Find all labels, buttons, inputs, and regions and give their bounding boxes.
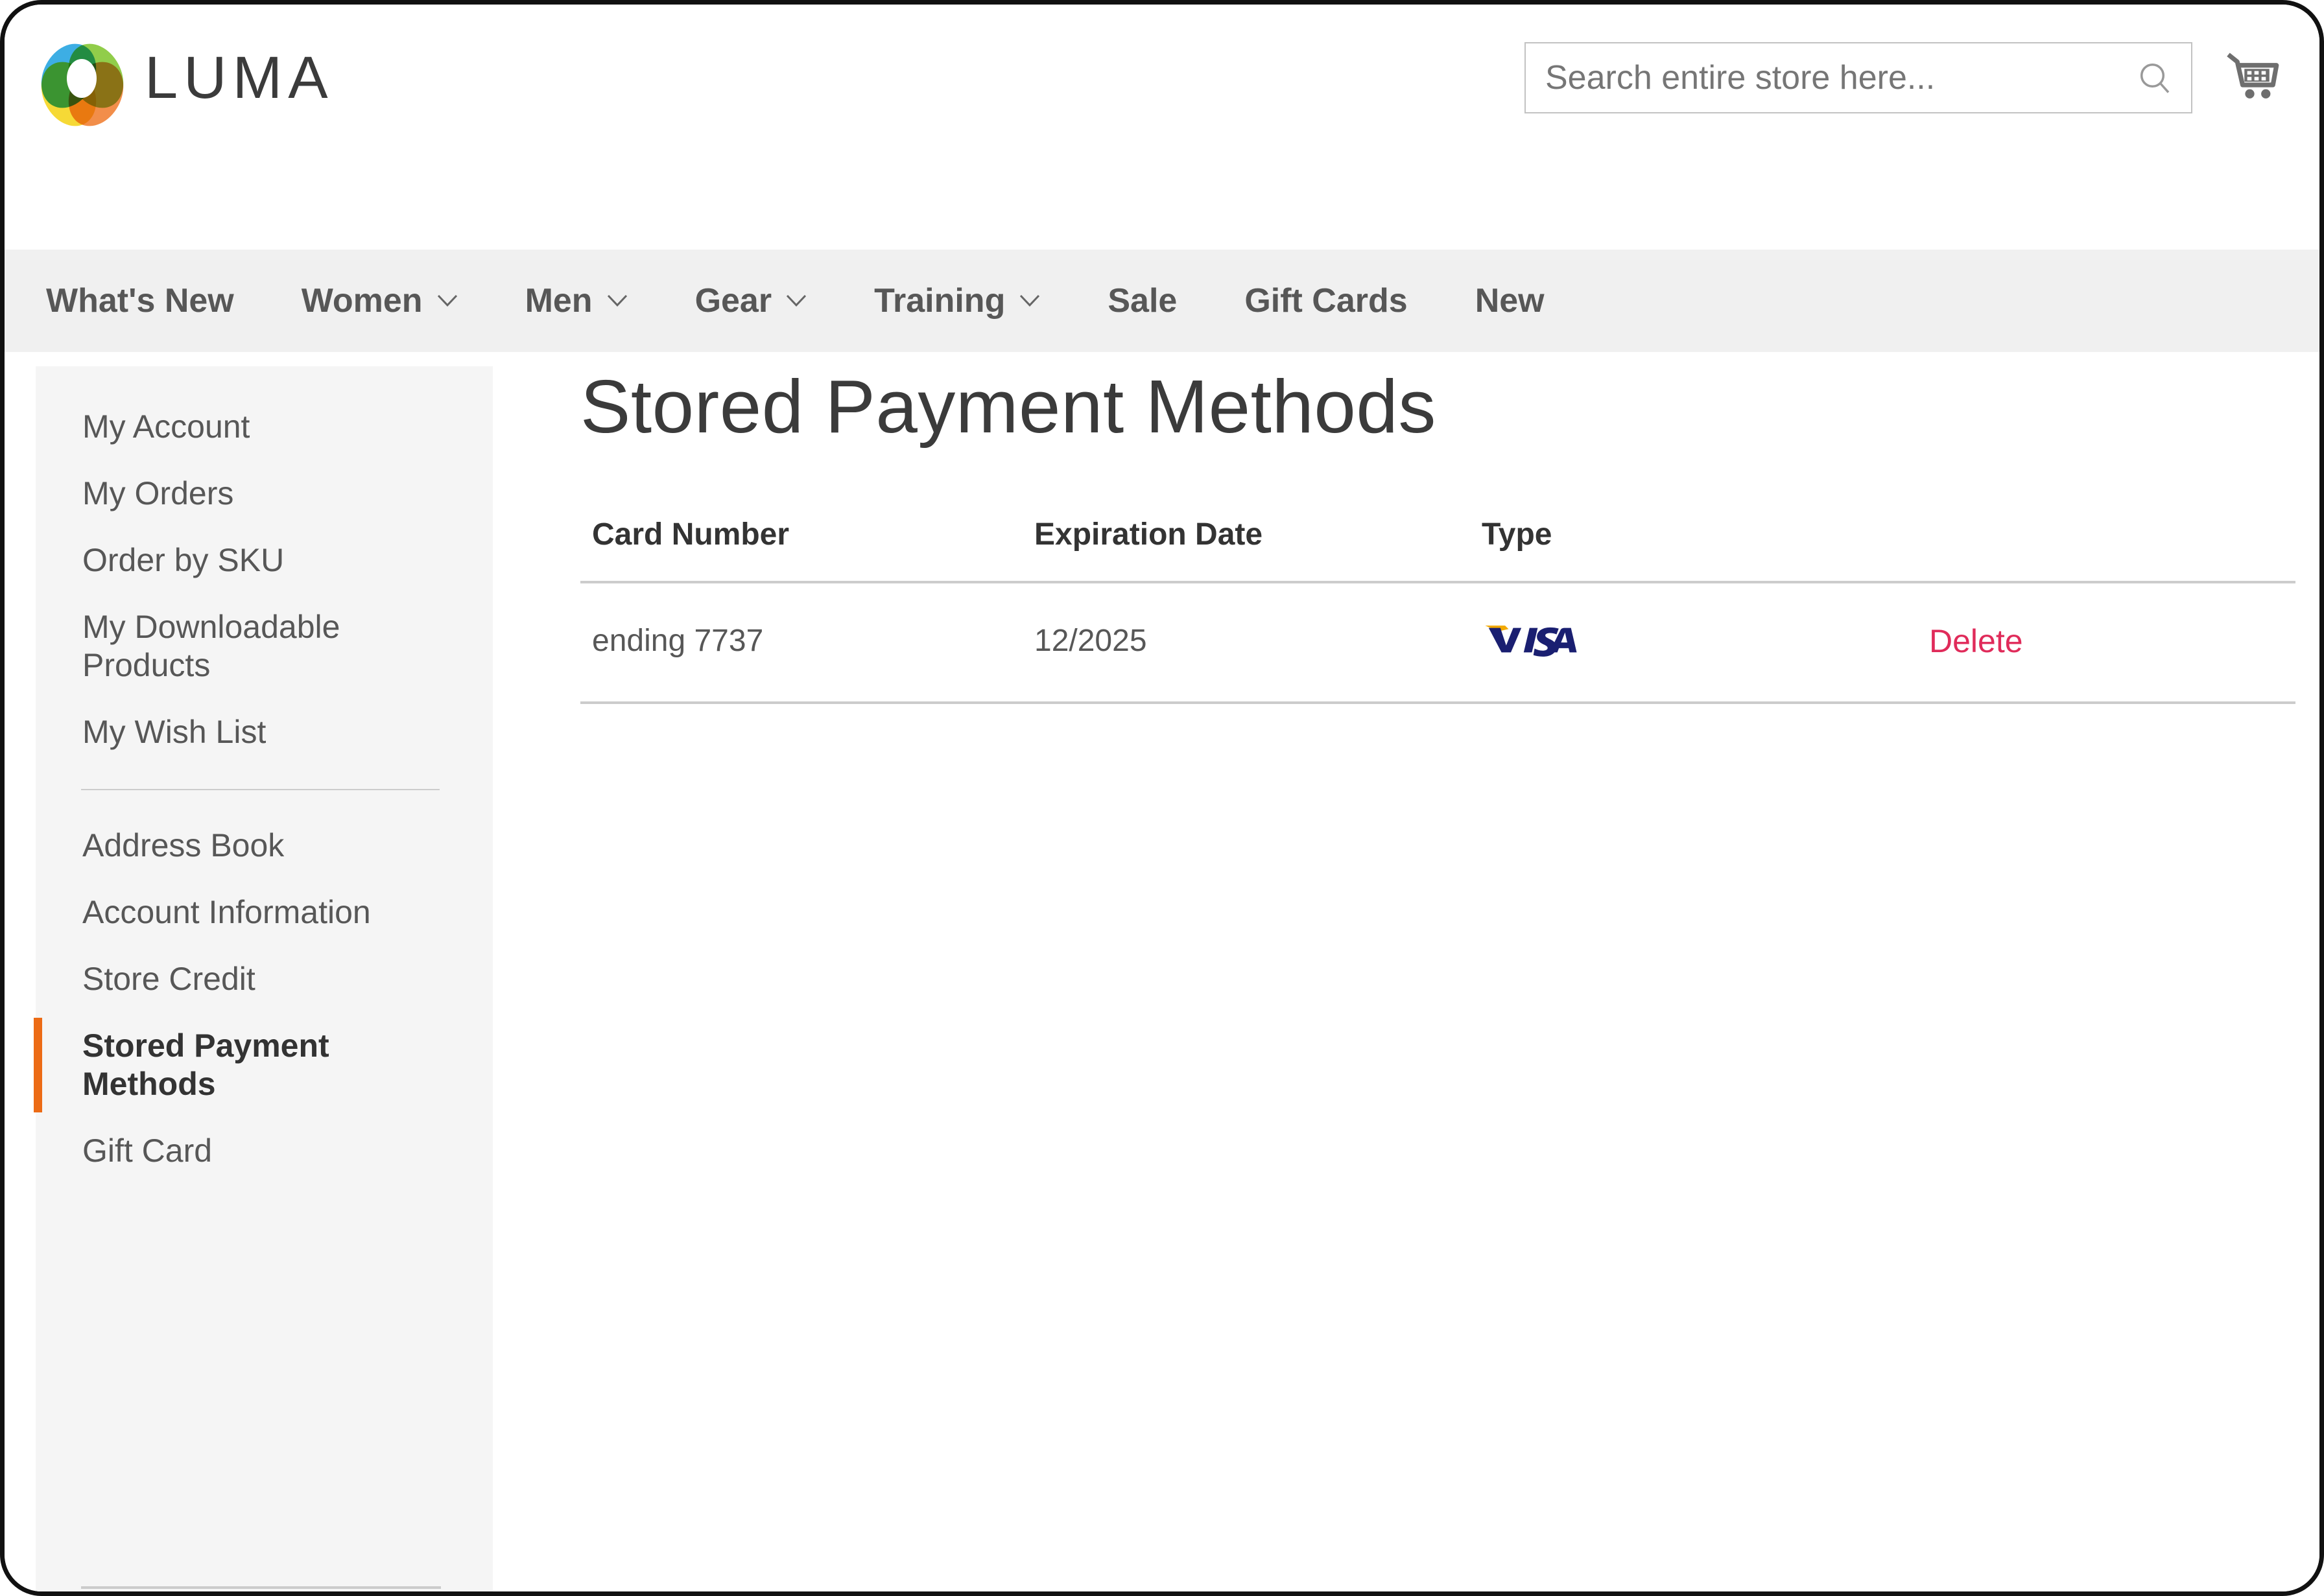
nav-label: New — [1475, 282, 1545, 320]
primary-navigation: What's New Women Men Gear Training Sale … — [5, 250, 2319, 352]
nav-label: Gift Cards — [1244, 282, 1408, 320]
nav-label: Training — [874, 282, 1006, 320]
browser-viewport: LUMA Search entire store here... What's … — [0, 0, 2324, 1596]
sidebar-item-stored-payment-methods[interactable]: Stored Payment Methods — [34, 1013, 493, 1118]
delete-card-link[interactable]: Delete — [1929, 623, 2023, 659]
nav-label: Women — [301, 282, 423, 320]
search-box[interactable] — [1524, 42, 2192, 113]
chevron-down-icon — [1020, 294, 1040, 307]
sidebar-item-label: Stored Payment Methods — [82, 1027, 329, 1102]
sidebar-item-label: My Account — [82, 408, 250, 445]
sidebar-item-my-orders[interactable]: My Orders — [36, 460, 493, 527]
visa-card-icon — [1485, 625, 1577, 657]
shopping-cart-icon[interactable] — [2225, 49, 2282, 106]
sidebar-item-address-book[interactable]: Address Book — [36, 812, 493, 879]
column-header-card-number: Card Number — [580, 511, 1034, 583]
sidebar-item-label: Address Book — [82, 827, 285, 863]
page-title: Stored Payment Methods — [580, 364, 1436, 449]
nav-item-sale[interactable]: Sale — [1093, 275, 1191, 327]
nav-item-men[interactable]: Men — [511, 275, 642, 327]
sidebar-item-my-account[interactable]: My Account — [36, 393, 493, 460]
nav-label: What's New — [46, 282, 234, 320]
nav-label: Gear — [694, 282, 772, 320]
nav-label: Sale — [1108, 282, 1178, 320]
sidebar-item-label: Store Credit — [82, 961, 255, 997]
sidebar-divider — [81, 789, 440, 790]
sidebar-item-my-wish-list[interactable]: My Wish List — [36, 699, 493, 766]
nav-item-gear[interactable]: Gear — [681, 275, 822, 327]
column-header-expiration-date: Expiration Date — [1034, 511, 1482, 583]
nav-item-women[interactable]: Women — [287, 275, 472, 327]
sidebar-item-account-information[interactable]: Account Information — [36, 879, 493, 946]
sidebar-item-order-by-sku[interactable]: Order by SKU — [36, 527, 493, 594]
nav-item-gift-cards[interactable]: Gift Cards — [1230, 275, 1421, 327]
site-logo[interactable]: LUMA — [30, 34, 334, 136]
chevron-down-icon — [607, 294, 627, 307]
sidebar-item-my-downloadable-products[interactable]: My Downloadable Products — [36, 594, 493, 699]
sidebar-item-label: Order by SKU — [82, 542, 285, 578]
search-input[interactable] — [1526, 43, 2191, 112]
header-actions — [1524, 42, 2282, 113]
nav-item-training[interactable]: Training — [860, 275, 1054, 327]
stored-cards-table: Card Number Expiration Date Type ending … — [580, 511, 2295, 704]
column-header-actions — [1929, 511, 2295, 583]
nav-item-whats-new[interactable]: What's New — [32, 275, 248, 327]
sidebar-item-label: My Orders — [82, 475, 234, 511]
sidebar-item-label: Gift Card — [82, 1132, 213, 1169]
sidebar-item-label: My Wish List — [82, 714, 267, 750]
sidebar-item-label: My Downloadable Products — [82, 609, 340, 683]
site-header: LUMA — [5, 5, 2319, 250]
main-content: Stored Payment Methods Card Number Expir… — [580, 352, 2295, 1591]
cell-card-number: ending 7737 — [580, 581, 1034, 704]
table-header-row: Card Number Expiration Date Type — [580, 511, 2295, 583]
brand-wordmark: LUMA — [145, 45, 334, 111]
nav-item-new[interactable]: New — [1461, 275, 1559, 327]
column-header-type: Type — [1482, 511, 1929, 583]
chevron-down-icon — [437, 294, 457, 307]
account-sidebar: My Account My Orders Order by SKU My Dow… — [34, 366, 493, 1591]
nav-label: Men — [525, 282, 593, 320]
sidebar-item-gift-card[interactable]: Gift Card — [36, 1118, 493, 1184]
sidebar-item-label: Account Information — [82, 894, 371, 930]
luma-rings-logo-icon — [30, 34, 134, 136]
cell-card-type — [1482, 581, 1929, 704]
chevron-down-icon — [787, 294, 807, 307]
cell-expiration-date: 12/2025 — [1034, 581, 1482, 704]
cell-actions: Delete — [1929, 581, 2295, 704]
sidebar-item-store-credit[interactable]: Store Credit — [36, 946, 493, 1013]
sidebar-bottom-rule — [81, 1586, 441, 1589]
page-body: My Account My Orders Order by SKU My Dow… — [5, 352, 2319, 1591]
table-row: ending 7737 12/2025 Delete — [580, 581, 2295, 704]
